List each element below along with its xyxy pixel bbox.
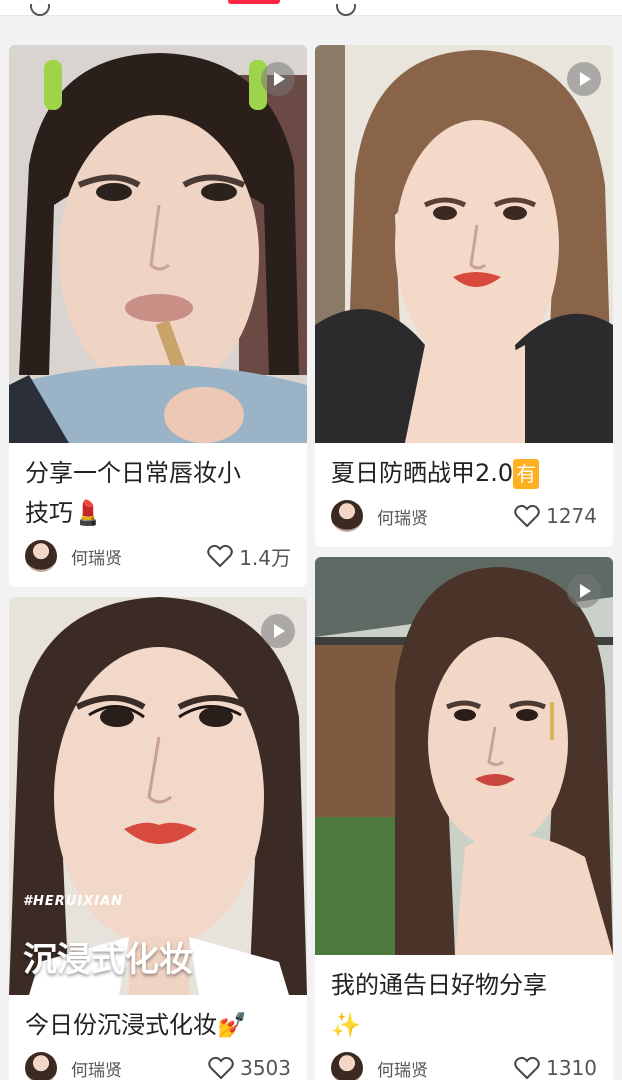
heart-outline-icon: [207, 544, 233, 568]
like-button[interactable]: 1274: [514, 504, 597, 528]
note-title-line: 分享一个日常唇妆小: [25, 459, 241, 487]
note-title-line: 技巧💄: [25, 499, 103, 527]
overlay-hashtag: #HERUIXIAN: [23, 894, 124, 909]
note-card[interactable]: #HERUIXIAN 沉浸式化妆 今日份沉浸式化妆💅 何瑞贤 3503: [9, 597, 307, 1080]
note-cover-image[interactable]: [315, 45, 613, 443]
like-count: 1310: [546, 1056, 597, 1080]
title-badge: 有: [513, 459, 540, 489]
note-title[interactable]: 分享一个日常唇妆小 技巧💄: [9, 443, 307, 533]
tab-icon-right[interactable]: [336, 4, 356, 16]
feed-column-right: 夏日防晒战甲2.0 有 何瑞贤 1274 我的通告日好物分享 ✨ 何瑞贤 131…: [315, 45, 613, 1080]
note-cover-image[interactable]: [315, 557, 613, 955]
heart-outline-icon: [514, 1056, 540, 1080]
note-meta: 何瑞贤 3503: [9, 1045, 307, 1080]
author-name[interactable]: 何瑞贤: [71, 1056, 208, 1080]
note-card[interactable]: 我的通告日好物分享 ✨ 何瑞贤 1310: [315, 557, 613, 1080]
note-cover-image[interactable]: [9, 45, 307, 443]
like-button[interactable]: 1310: [514, 1056, 597, 1080]
note-title-line: 我的通告日好物分享: [331, 971, 547, 999]
play-icon: [261, 614, 295, 648]
note-title[interactable]: 夏日防晒战甲2.0 有: [315, 443, 613, 493]
play-icon: [567, 62, 601, 96]
note-title-line: 今日份沉浸式化妆💅: [25, 1011, 247, 1039]
top-tab-bar: [0, 0, 622, 16]
note-title[interactable]: 今日份沉浸式化妆💅: [9, 995, 307, 1045]
overlay-banner-text: 沉浸式化妆: [21, 932, 199, 981]
author-name[interactable]: 何瑞贤: [377, 1056, 514, 1080]
note-title[interactable]: 我的通告日好物分享 ✨: [315, 955, 613, 1045]
like-count: 1274: [546, 504, 597, 528]
avatar[interactable]: [331, 500, 363, 532]
note-card[interactable]: 分享一个日常唇妆小 技巧💄 何瑞贤 1.4万: [9, 45, 307, 587]
tab-icon-left[interactable]: [30, 4, 50, 16]
like-count: 1.4万: [239, 545, 291, 570]
note-title-line: 夏日防晒战甲2.0: [331, 459, 514, 487]
note-meta: 何瑞贤 1.4万: [9, 533, 307, 587]
note-cover-image[interactable]: #HERUIXIAN 沉浸式化妆: [9, 597, 307, 995]
like-button[interactable]: 1.4万: [207, 542, 291, 571]
feed-column-left: 分享一个日常唇妆小 技巧💄 何瑞贤 1.4万 #HERUIXIAN 沉浸式化妆 …: [9, 45, 307, 1080]
active-tab-indicator: [228, 0, 280, 4]
like-button[interactable]: 3503: [208, 1056, 291, 1080]
note-title-line: ✨: [331, 1011, 361, 1039]
like-count: 3503: [240, 1056, 291, 1080]
avatar[interactable]: [331, 1052, 363, 1080]
play-icon: [261, 62, 295, 96]
note-card[interactable]: 夏日防晒战甲2.0 有 何瑞贤 1274: [315, 45, 613, 547]
avatar[interactable]: [25, 540, 57, 572]
author-name[interactable]: 何瑞贤: [377, 504, 514, 529]
heart-outline-icon: [208, 1056, 234, 1080]
note-meta: 何瑞贤 1274: [315, 493, 613, 547]
note-meta: 何瑞贤 1310: [315, 1045, 613, 1080]
heart-outline-icon: [514, 504, 540, 528]
author-name[interactable]: 何瑞贤: [71, 544, 207, 569]
avatar[interactable]: [25, 1052, 57, 1080]
play-icon: [567, 574, 601, 608]
